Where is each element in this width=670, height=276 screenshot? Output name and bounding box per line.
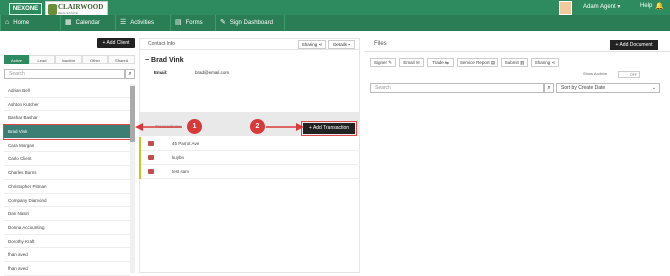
brokerage-logo: CLAIRWOOD REAL ESTATE bbox=[45, 1, 108, 16]
avatar[interactable] bbox=[559, 1, 572, 15]
nav-calendar-label: Calendar bbox=[75, 20, 100, 26]
calendar-icon: ▦ bbox=[65, 19, 72, 26]
bell-icon[interactable]: 🔔 bbox=[655, 2, 664, 10]
home-icon: ⌂ bbox=[5, 19, 10, 26]
submit-button[interactable]: Submit ▥ bbox=[501, 58, 528, 67]
list-item-selected[interactable]: Brad Vink bbox=[3, 124, 131, 140]
status-bar bbox=[139, 151, 141, 165]
add-document-button[interactable]: + Add Document bbox=[610, 40, 658, 50]
list-item[interactable]: Company Diamond bbox=[4, 194, 130, 208]
transaction-name[interactable]: 45 Parrot Ave bbox=[172, 137, 199, 151]
signer-button[interactable]: Signer ✎ bbox=[370, 58, 396, 67]
email-value: brad@email.com bbox=[195, 70, 230, 75]
nav-activities-label: Activities bbox=[130, 20, 154, 26]
nav-sign-dashboard-label: Sign Dashboard bbox=[229, 20, 273, 26]
list-item[interactable]: Dorothy Kraft bbox=[4, 235, 130, 249]
files-title: Files bbox=[374, 41, 387, 47]
collapse-icon[interactable]: − bbox=[145, 57, 149, 64]
add-client-button[interactable]: + Add Client bbox=[97, 38, 135, 48]
annotation-arrow-left bbox=[135, 123, 182, 131]
table-row[interactable]: 45 Parrot Ave bbox=[139, 137, 360, 151]
search-icon[interactable]: ⌕ bbox=[125, 69, 135, 79]
forms-icon: ▤ bbox=[175, 19, 182, 26]
step-two-badge: 2 bbox=[250, 119, 265, 134]
list-item[interactable]: Christopher Pitman bbox=[4, 180, 130, 194]
nav-calendar[interactable]: ▦ Calendar bbox=[60, 15, 115, 31]
list-item[interactable]: Adrian Bell bbox=[4, 84, 130, 98]
status-bar bbox=[139, 165, 141, 179]
transaction-name[interactable]: kuybn bbox=[172, 151, 184, 165]
folder-icon bbox=[148, 141, 154, 146]
folder-icon bbox=[148, 169, 154, 174]
email-label: Email: bbox=[154, 70, 168, 75]
contact-name-text: Brad Vink bbox=[151, 57, 184, 64]
sort-select[interactable]: Sort by Create Date ⌄ bbox=[556, 83, 660, 93]
details-button[interactable]: Details ▪ bbox=[328, 40, 355, 49]
trade-button[interactable]: Trade ⇆ bbox=[427, 58, 454, 67]
client-search-input[interactable]: Search bbox=[4, 69, 125, 79]
list-item[interactable]: fhan aved bbox=[4, 262, 130, 276]
brokerage-name: CLAIRWOOD bbox=[58, 3, 104, 11]
sign-icon: ✎ bbox=[220, 19, 226, 26]
status-bar bbox=[139, 137, 141, 151]
list-item[interactable]: Donna Accounting bbox=[4, 221, 130, 235]
list-item[interactable]: Bashar Bashar bbox=[4, 111, 130, 126]
nav-forms[interactable]: ▤ Forms bbox=[170, 15, 215, 31]
list-icon: ☰ bbox=[120, 19, 127, 26]
nav-activities[interactable]: ☰ Activities bbox=[115, 15, 170, 31]
help-link[interactable]: Help bbox=[640, 3, 652, 9]
list-item[interactable]: Dan Nasiri bbox=[4, 207, 130, 221]
tab-active[interactable]: Active bbox=[4, 55, 29, 64]
nav-sign-dashboard[interactable]: ✎ Sign Dashboard bbox=[215, 15, 285, 31]
service-report-button[interactable]: Service Report ▤ bbox=[457, 58, 498, 67]
files-search-input[interactable]: Search bbox=[370, 83, 544, 93]
table-row[interactable]: kuybn bbox=[139, 151, 360, 165]
tab-shared[interactable]: Shared bbox=[108, 55, 135, 64]
list-item[interactable]: Carlo Client bbox=[4, 152, 130, 167]
transaction-name[interactable]: test sam bbox=[172, 165, 189, 179]
tab-inactive[interactable]: Inactive bbox=[55, 55, 82, 64]
step-one-badge: 1 bbox=[187, 119, 202, 134]
nav-home[interactable]: ⌂ Home bbox=[0, 15, 60, 31]
list-item[interactable]: Ashton Kutcher bbox=[4, 98, 130, 112]
list-item[interactable]: Charles Burns bbox=[4, 166, 130, 180]
show-archive-label: Show Archive bbox=[583, 71, 608, 76]
sharing-button[interactable]: Sharing ⋖ bbox=[298, 40, 326, 49]
list-item[interactable]: fhan aved bbox=[4, 248, 130, 262]
chevron-down-icon: ⌄ bbox=[651, 85, 656, 91]
client-list: Adrian Bell Ashton Kutcher Bashar Bashar… bbox=[3, 84, 131, 276]
contact-name: − Brad Vink bbox=[145, 57, 184, 64]
table-row[interactable]: test sam bbox=[139, 165, 360, 179]
contact-info-title: Contact Info bbox=[148, 41, 175, 47]
list-item[interactable]: Cara Morgan bbox=[4, 139, 130, 153]
email-button[interactable]: Email ✉ bbox=[399, 58, 424, 67]
agent-menu[interactable]: Adam Agent ▾ bbox=[583, 3, 620, 10]
annotation-arrow-right bbox=[266, 123, 304, 131]
folder-icon bbox=[148, 155, 154, 160]
archive-toggle[interactable]: OFF bbox=[618, 71, 640, 78]
tab-lead[interactable]: Lead bbox=[29, 55, 55, 64]
crest-icon bbox=[48, 4, 57, 15]
nav-home-label: Home bbox=[13, 20, 30, 26]
sort-select-label: Sort by Create Date bbox=[561, 85, 606, 91]
nav-forms-label: Forms bbox=[185, 20, 203, 26]
search-icon[interactable]: ⌕ bbox=[544, 83, 554, 93]
sharing-files-button[interactable]: Sharing ⋖ bbox=[531, 58, 559, 67]
add-transaction-button[interactable]: + Add Transaction bbox=[301, 121, 357, 136]
tab-other[interactable]: Other bbox=[82, 55, 108, 64]
nexone-logo[interactable]: NEXONE bbox=[9, 3, 42, 15]
